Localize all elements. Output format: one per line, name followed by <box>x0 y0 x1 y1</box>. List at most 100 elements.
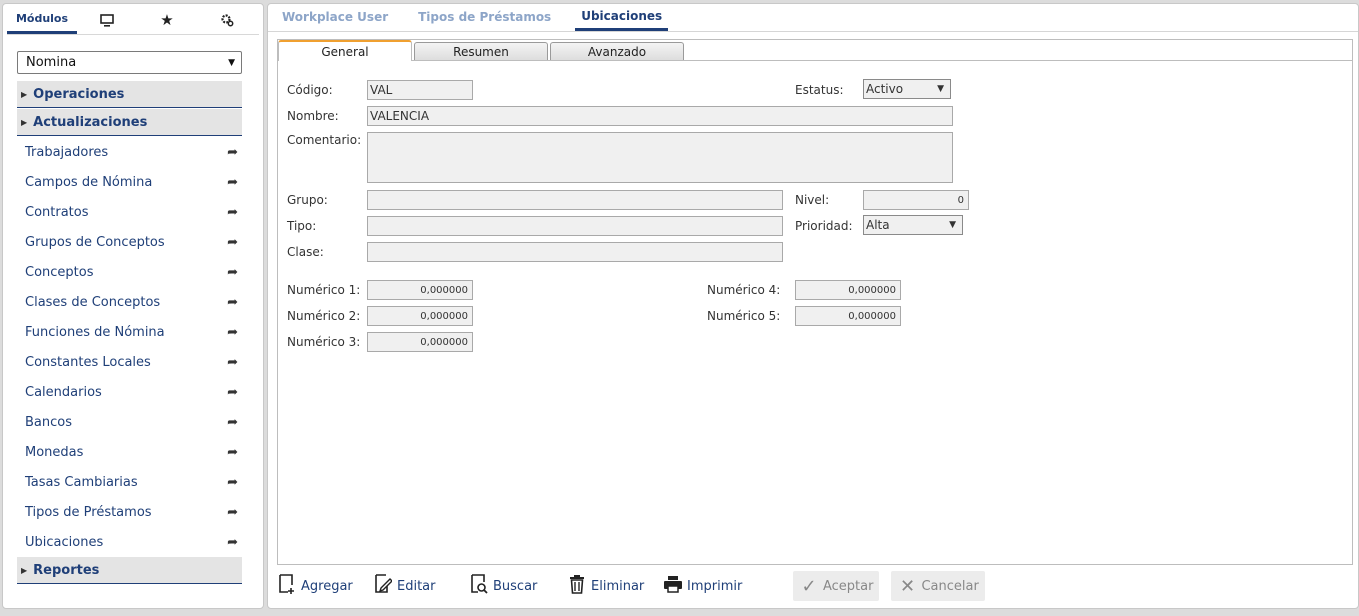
nav-item-label: Bancos <box>25 414 72 430</box>
nav-item-label: Ubicaciones <box>25 534 104 550</box>
tab-avanzado[interactable]: Avanzado <box>550 42 684 61</box>
editar-button[interactable]: Editar <box>373 571 469 601</box>
numerico-2-field[interactable]: 0,000000 <box>367 306 473 326</box>
eliminar-button[interactable]: Eliminar <box>567 571 663 601</box>
cancelar-label: Cancelar <box>921 578 979 594</box>
nav-item-label: Calendarios <box>25 384 102 400</box>
share-arrow-icon[interactable]: ➦ <box>227 325 238 340</box>
nombre-label: Nombre: <box>287 109 339 123</box>
nivel-label: Nivel: <box>795 193 830 207</box>
prioridad-select[interactable]: Alta ▼ <box>863 215 963 235</box>
agregar-label: Agregar <box>301 578 353 594</box>
numerico-1-field[interactable]: 0,000000 <box>367 280 473 300</box>
nav-item-ubicaciones[interactable]: Ubicaciones ➦ <box>17 527 242 557</box>
numerico-5-label: Numérico 5: <box>707 309 781 323</box>
tab-workplace-user[interactable]: Workplace User <box>276 4 394 31</box>
agregar-button[interactable]: Agregar <box>277 571 373 601</box>
divider <box>412 60 1352 61</box>
nav-item-label: Campos de Nómina <box>25 174 153 190</box>
module-select[interactable]: Nomina ▼ <box>17 51 242 74</box>
nivel-field[interactable]: 0 <box>863 190 969 210</box>
caret-right-icon: ▶ <box>21 565 28 575</box>
nav-item-grupos-de-conceptos[interactable]: Grupos de Conceptos ➦ <box>17 227 242 257</box>
caret-down-icon: ▼ <box>949 220 956 230</box>
share-arrow-icon[interactable]: ➦ <box>227 475 238 490</box>
nav-item-bancos[interactable]: Bancos ➦ <box>17 407 242 437</box>
numerico-3-label: Numérico 3: <box>287 335 361 349</box>
star-icon[interactable]: ★ <box>137 6 197 34</box>
clase-field[interactable] <box>367 242 783 262</box>
share-arrow-icon[interactable]: ➦ <box>227 535 238 550</box>
share-arrow-icon[interactable]: ➦ <box>227 145 238 160</box>
tab-resumen[interactable]: Resumen <box>414 42 548 61</box>
search-document-icon <box>469 573 489 599</box>
imprimir-button[interactable]: Imprimir <box>663 571 793 601</box>
section-label: Operaciones <box>33 86 125 102</box>
nav-item-monedas[interactable]: Monedas ➦ <box>17 437 242 467</box>
estatus-select[interactable]: Activo ▼ <box>863 79 951 99</box>
cancelar-button[interactable]: ✕ Cancelar <box>891 571 985 601</box>
monitor-icon[interactable] <box>77 6 137 34</box>
nav-item-tasas-cambiarias[interactable]: Tasas Cambiarias ➦ <box>17 467 242 497</box>
section-reportes[interactable]: ▶ Reportes <box>17 557 242 584</box>
comentario-textarea[interactable] <box>367 132 953 183</box>
share-arrow-icon[interactable]: ➦ <box>227 235 238 250</box>
share-arrow-icon[interactable]: ➦ <box>227 205 238 220</box>
trash-icon <box>567 574 587 599</box>
caret-right-icon: ▶ <box>21 117 28 127</box>
nav-item-clases-de-conceptos[interactable]: Clases de Conceptos ➦ <box>17 287 242 317</box>
tab-modules[interactable]: Módulos <box>7 6 77 34</box>
numerico-4-field[interactable]: 0,000000 <box>795 280 901 300</box>
nav-item-conceptos[interactable]: Conceptos ➦ <box>17 257 242 287</box>
aceptar-button[interactable]: ✓ Aceptar <box>793 571 880 601</box>
nav-item-campos-de-nomina[interactable]: Campos de Nómina ➦ <box>17 167 242 197</box>
section-label: Reportes <box>33 562 100 578</box>
share-arrow-icon[interactable]: ➦ <box>227 355 238 370</box>
nav-item-label: Contratos <box>25 204 89 220</box>
nav-item-label: Trabajadores <box>25 144 109 160</box>
nav-item-label: Monedas <box>25 444 84 460</box>
share-arrow-icon[interactable]: ➦ <box>227 415 238 430</box>
nav-item-tipos-de-prestamos[interactable]: Tipos de Préstamos ➦ <box>17 497 242 527</box>
close-icon: ✕ <box>899 575 916 597</box>
codigo-label: Código: <box>287 83 333 97</box>
nombre-field[interactable]: VALENCIA <box>367 106 953 126</box>
nav-item-label: Clases de Conceptos <box>25 294 161 310</box>
share-arrow-icon[interactable]: ➦ <box>227 505 238 520</box>
editar-label: Editar <box>397 578 436 594</box>
nav-item-label: Constantes Locales <box>25 354 151 370</box>
tab-general[interactable]: General <box>278 40 412 61</box>
nav-item-constantes-locales[interactable]: Constantes Locales ➦ <box>17 347 242 377</box>
share-arrow-icon[interactable]: ➦ <box>227 175 238 190</box>
left-tab-bar: Módulos ★ <box>3 4 263 34</box>
buscar-label: Buscar <box>493 578 538 594</box>
share-arrow-icon[interactable]: ➦ <box>227 385 238 400</box>
tab-tipos-de-prestamos[interactable]: Tipos de Préstamos <box>412 4 557 31</box>
grupo-field[interactable] <box>367 190 783 210</box>
nav-item-label: Funciones de Nómina <box>25 324 165 340</box>
numerico-3-field[interactable]: 0,000000 <box>367 332 473 352</box>
tipo-field[interactable] <box>367 216 783 236</box>
nav-item-trabajadores[interactable]: Trabajadores ➦ <box>17 137 242 167</box>
share-arrow-icon[interactable]: ➦ <box>227 295 238 310</box>
tab-ubicaciones[interactable]: Ubicaciones <box>575 4 669 31</box>
edit-icon <box>373 573 393 599</box>
nav-item-contratos[interactable]: Contratos ➦ <box>17 197 242 227</box>
buscar-button[interactable]: Buscar <box>469 571 567 601</box>
action-toolbar: Agregar Editar Buscar Eliminar Imprimir <box>277 570 985 602</box>
section-label: Actualizaciones <box>33 114 148 130</box>
nav-item-funciones-de-nomina[interactable]: Funciones de Nómina ➦ <box>17 317 242 347</box>
codigo-field[interactable]: VAL <box>367 80 473 100</box>
check-icon: ✓ <box>801 575 817 597</box>
gear-icon[interactable] <box>197 6 257 34</box>
share-arrow-icon[interactable]: ➦ <box>227 445 238 460</box>
numerico-2-label: Numérico 2: <box>287 309 361 323</box>
add-document-icon <box>277 573 297 599</box>
nav-list: Trabajadores ➦ Campos de Nómina ➦ Contrato… <box>3 137 263 557</box>
estatus-value: Activo <box>866 82 904 96</box>
nav-item-calendarios[interactable]: Calendarios ➦ <box>17 377 242 407</box>
share-arrow-icon[interactable]: ➦ <box>227 265 238 280</box>
section-actualizaciones[interactable]: ▶ Actualizaciones <box>17 109 242 136</box>
numerico-5-field[interactable]: 0,000000 <box>795 306 901 326</box>
section-operaciones[interactable]: ▶ Operaciones <box>17 81 242 108</box>
